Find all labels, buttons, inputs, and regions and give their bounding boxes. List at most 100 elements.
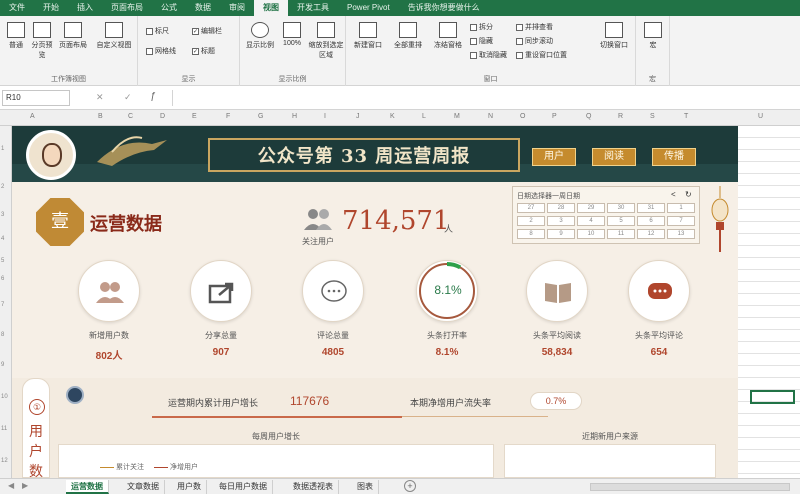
column-header[interactable]: H bbox=[292, 113, 297, 120]
column-header[interactable]: L bbox=[422, 113, 426, 120]
calendar-day-cell[interactable]: 6 bbox=[637, 216, 665, 226]
new-window-button[interactable]: 新建窗口 bbox=[350, 22, 386, 50]
switch-windows-button[interactable]: 切换窗口 bbox=[596, 22, 632, 50]
column-header[interactable]: E bbox=[192, 113, 197, 120]
column-header[interactable]: F bbox=[226, 113, 230, 120]
row-header[interactable]: 2 bbox=[1, 184, 4, 190]
page-break-button[interactable]: 分页预览 bbox=[30, 22, 54, 60]
column-header[interactable]: G bbox=[258, 113, 263, 120]
users-side-tab[interactable]: ① 用 户 数 bbox=[22, 378, 50, 478]
calendar-day-cell[interactable]: 29 bbox=[577, 203, 605, 213]
tab-review[interactable]: 审阅 bbox=[220, 0, 254, 16]
column-header[interactable]: S bbox=[650, 113, 655, 120]
column-header[interactable]: A bbox=[30, 113, 35, 120]
sheet-tab[interactable]: 用户数 bbox=[172, 480, 207, 494]
column-header[interactable]: R bbox=[618, 113, 623, 120]
sync-scroll-button[interactable]: 同步滚动 bbox=[516, 36, 553, 46]
tab-home[interactable]: 开始 bbox=[34, 0, 68, 16]
row-header[interactable]: 5 bbox=[1, 258, 4, 264]
arrange-all-button[interactable]: 全部重排 bbox=[390, 22, 426, 50]
headings-checkbox[interactable]: ✓ 标题 bbox=[192, 46, 215, 56]
tab-file[interactable]: 文件 bbox=[0, 0, 34, 16]
calendar-day-cell[interactable]: 27 bbox=[517, 203, 545, 213]
tab-data[interactable]: 数据 bbox=[186, 0, 220, 16]
hide-button[interactable]: 隐藏 bbox=[470, 36, 493, 46]
column-header[interactable]: O bbox=[520, 113, 525, 120]
formula-bar-checkbox[interactable]: ✓ 编辑栏 bbox=[192, 26, 222, 36]
column-header[interactable]: C bbox=[128, 113, 133, 120]
zoom-button[interactable]: 显示比例 bbox=[244, 22, 276, 50]
ruler-checkbox[interactable]: 标尺 bbox=[146, 26, 169, 36]
normal-view-button[interactable]: 普通 bbox=[4, 22, 28, 50]
row-header[interactable]: 9 bbox=[1, 362, 4, 368]
users-button[interactable]: 用户 bbox=[532, 148, 576, 166]
calendar-day-cell[interactable]: 28 bbox=[547, 203, 575, 213]
calendar-day-cell[interactable]: 30 bbox=[607, 203, 635, 213]
unhide-button[interactable]: 取消隐藏 bbox=[470, 50, 507, 60]
reading-button[interactable]: 阅读 bbox=[592, 148, 636, 166]
sheet-tab[interactable]: 图表 bbox=[352, 480, 379, 494]
macros-button[interactable]: 宏 bbox=[640, 22, 666, 50]
calendar-day-cell[interactable]: 1 bbox=[667, 203, 695, 213]
row-header[interactable]: 7 bbox=[1, 302, 4, 308]
add-sheet-icon[interactable]: + bbox=[404, 480, 416, 492]
tab-insert[interactable]: 插入 bbox=[68, 0, 102, 16]
spread-button[interactable]: 传播 bbox=[652, 148, 696, 166]
selected-cell[interactable] bbox=[750, 390, 795, 404]
page-layout-button[interactable]: 页面布局 bbox=[56, 22, 90, 50]
zoom-100-button[interactable]: 100% bbox=[278, 22, 306, 47]
custom-views-button[interactable]: 自定义视图 bbox=[92, 22, 136, 50]
sheet-tab[interactable]: 每日用户数据 bbox=[214, 480, 273, 494]
calendar-day-cell[interactable]: 9 bbox=[547, 229, 575, 239]
name-box[interactable]: R10 bbox=[2, 90, 70, 106]
function-icon[interactable]: ƒ bbox=[150, 91, 156, 102]
row-header[interactable]: 12 bbox=[1, 458, 8, 464]
row-header[interactable]: 6 bbox=[1, 276, 4, 282]
tab-developer[interactable]: 开发工具 bbox=[288, 0, 338, 16]
row-header[interactable]: 4 bbox=[1, 236, 4, 242]
zoom-to-selection-button[interactable]: 缩放到选定区域 bbox=[308, 22, 344, 60]
calendar-day-cell[interactable]: 8 bbox=[517, 229, 545, 239]
column-header[interactable]: K bbox=[390, 113, 395, 120]
enter-icon[interactable]: ✓ bbox=[124, 92, 132, 103]
reset-position-button[interactable]: 重设窗口位置 bbox=[516, 50, 567, 60]
column-header[interactable]: P bbox=[552, 113, 557, 120]
gridlines-checkbox[interactable]: 网格线 bbox=[146, 46, 176, 56]
calendar-day-cell[interactable]: 7 bbox=[667, 216, 695, 226]
calendar-day-cell[interactable]: 5 bbox=[607, 216, 635, 226]
row-header[interactable]: 8 bbox=[1, 332, 4, 338]
scroll-left-icon[interactable]: ◀ bbox=[8, 481, 14, 490]
calendar-day-cell[interactable]: 10 bbox=[577, 229, 605, 239]
column-header[interactable]: U bbox=[758, 113, 763, 120]
column-header[interactable]: Q bbox=[586, 113, 591, 120]
column-header[interactable]: B bbox=[98, 113, 103, 120]
tab-page-layout[interactable]: 页面布局 bbox=[102, 0, 152, 16]
tell-me-search[interactable]: 告诉我你想要做什么 bbox=[399, 0, 489, 16]
column-header[interactable]: I bbox=[324, 113, 326, 120]
row-header[interactable]: 1 bbox=[1, 146, 4, 152]
column-header[interactable]: N bbox=[488, 113, 493, 120]
calendar-prev-icon[interactable]: < bbox=[671, 190, 676, 199]
calendar-day-cell[interactable]: 31 bbox=[637, 203, 665, 213]
tab-power-pivot[interactable]: Power Pivot bbox=[338, 0, 399, 16]
horizontal-scrollbar[interactable] bbox=[590, 483, 790, 491]
row-header[interactable]: 11 bbox=[1, 426, 7, 432]
tab-formulas[interactable]: 公式 bbox=[152, 0, 186, 16]
split-button[interactable]: 拆分 bbox=[470, 22, 493, 32]
calendar-day-cell[interactable]: 3 bbox=[547, 216, 575, 226]
column-header[interactable]: J bbox=[356, 113, 360, 120]
calendar-day-cell[interactable]: 13 bbox=[667, 229, 695, 239]
calendar-day-cell[interactable]: 4 bbox=[577, 216, 605, 226]
column-header[interactable]: M bbox=[454, 113, 460, 120]
scroll-right-icon[interactable]: ▶ bbox=[22, 481, 28, 490]
freeze-panes-button[interactable]: 冻结窗格 bbox=[430, 22, 466, 50]
date-picker[interactable]: 日期选择器一周日期 < ↻ 27 28 29 30 31 1 2 3 4 5 6 7 8 9 10 11 12 1… bbox=[512, 186, 700, 244]
column-header[interactable]: T bbox=[684, 113, 688, 120]
sheet-tab[interactable]: 数据透视表 bbox=[288, 480, 339, 494]
row-header[interactable]: 3 bbox=[1, 212, 4, 218]
side-by-side-button[interactable]: 并排查看 bbox=[516, 22, 553, 32]
row-header[interactable]: 10 bbox=[1, 394, 8, 400]
sheet-tab[interactable]: 运营数据 bbox=[66, 480, 109, 494]
tab-view[interactable]: 视图 bbox=[254, 0, 288, 16]
calendar-day-cell[interactable]: 2 bbox=[517, 216, 545, 226]
